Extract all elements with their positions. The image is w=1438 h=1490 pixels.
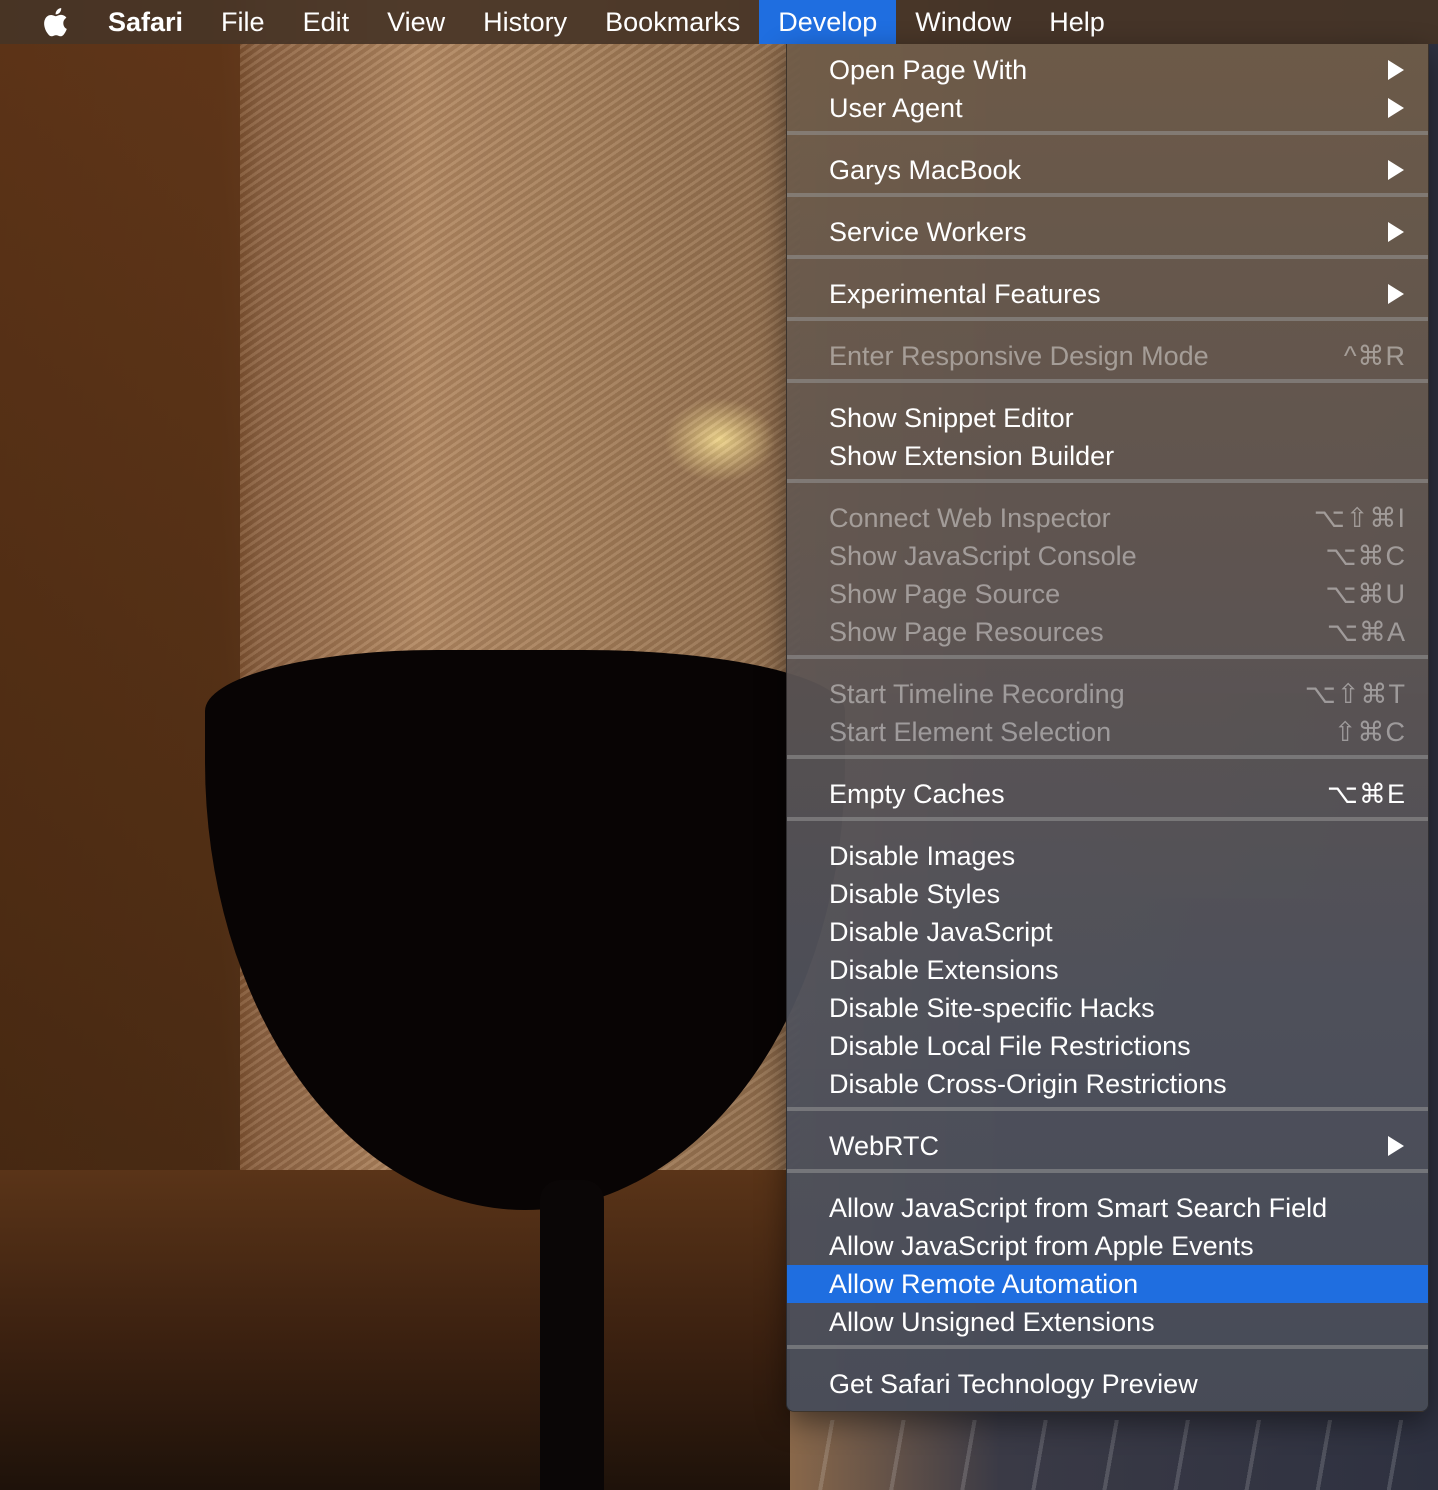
submenu-arrow-icon: [1388, 222, 1404, 242]
menu-item-label: Disable Local File Restrictions: [829, 1030, 1191, 1061]
menu-item-label: Allow JavaScript from Smart Search Field: [829, 1192, 1328, 1223]
menubar-edit[interactable]: Edit: [284, 0, 369, 44]
menu-item-label: Empty Caches: [829, 778, 1005, 809]
menu-item-label: Show Snippet Editor: [829, 402, 1074, 433]
menubar-history[interactable]: History: [464, 0, 586, 44]
menu-item-label: Experimental Features: [829, 278, 1101, 309]
menu-item-label: WebRTC: [829, 1130, 940, 1161]
menu-item-disable-extensions[interactable]: Disable Extensions: [787, 951, 1428, 989]
menu-item-label: Start Timeline Recording: [829, 678, 1125, 709]
wallpaper-table: [0, 1170, 790, 1490]
menu-separator: [787, 317, 1428, 321]
menu-item-disable-javascript[interactable]: Disable JavaScript: [787, 913, 1428, 951]
menu-item-disable-images[interactable]: Disable Images: [787, 837, 1428, 875]
menubar-window[interactable]: Window: [896, 0, 1030, 44]
menu-item-show-javascript-console[interactable]: Show JavaScript Console ⌥⌘C: [787, 537, 1428, 575]
menu-item-label: Open Page With: [829, 54, 1028, 85]
menu-separator: [787, 255, 1428, 259]
menubar-develop[interactable]: Develop: [759, 0, 897, 44]
menu-item-start-element-selection[interactable]: Start Element Selection ⇧⌘C: [787, 713, 1428, 751]
menubar-bookmarks[interactable]: Bookmarks: [586, 0, 759, 44]
menubar-app-safari[interactable]: Safari: [84, 0, 202, 44]
submenu-arrow-icon: [1388, 1136, 1404, 1156]
menubar-file[interactable]: File: [202, 0, 284, 44]
menu-item-disable-local-file-restrictions[interactable]: Disable Local File Restrictions: [787, 1027, 1428, 1065]
submenu-arrow-icon: [1388, 60, 1404, 80]
submenu-arrow-icon: [1388, 284, 1404, 304]
menu-separator: [787, 479, 1428, 483]
menu-item-show-snippet-editor[interactable]: Show Snippet Editor: [787, 399, 1428, 437]
menubar-view[interactable]: View: [368, 0, 464, 44]
menu-item-label: Disable Images: [829, 840, 1016, 871]
menu-item-allow-unsigned-extensions[interactable]: Allow Unsigned Extensions: [787, 1303, 1428, 1341]
menu-item-label: Garys MacBook: [829, 154, 1022, 185]
apple-logo-icon[interactable]: [26, 0, 84, 44]
keyboard-shortcut: ⌥⌘E: [1326, 778, 1406, 809]
submenu-arrow-icon: [1388, 160, 1404, 180]
keyboard-shortcut: ⌥⇧⌘T: [1304, 678, 1406, 709]
menu-item-label: Allow JavaScript from Apple Events: [829, 1230, 1254, 1261]
wallpaper-sparkles: [800, 1420, 1438, 1490]
menu-item-label: Allow Unsigned Extensions: [829, 1306, 1155, 1337]
menu-item-label: Get Safari Technology Preview: [829, 1368, 1198, 1399]
menu-item-label: Disable Cross-Origin Restrictions: [829, 1068, 1227, 1099]
menu-item-disable-cross-origin-restrictions[interactable]: Disable Cross-Origin Restrictions: [787, 1065, 1428, 1103]
menu-item-disable-site-specific-hacks[interactable]: Disable Site-specific Hacks: [787, 989, 1428, 1027]
menu-item-allow-javascript-from-apple-events[interactable]: Allow JavaScript from Apple Events: [787, 1227, 1428, 1265]
menu-item-show-page-resources[interactable]: Show Page Resources ⌥⌘A: [787, 613, 1428, 651]
menu-item-label: Start Element Selection: [829, 716, 1112, 747]
menu-item-webrtc[interactable]: WebRTC: [787, 1127, 1428, 1165]
wallpaper-glass-stem: [540, 1180, 604, 1490]
menu-item-label: Show JavaScript Console: [829, 540, 1137, 571]
menu-separator: [787, 1345, 1428, 1349]
menu-item-user-agent[interactable]: User Agent: [787, 89, 1428, 127]
menu-item-label: Enter Responsive Design Mode: [829, 340, 1209, 371]
menu-item-label: Service Workers: [829, 216, 1027, 247]
menu-item-label: Show Page Resources: [829, 616, 1104, 647]
menu-item-enter-responsive-design-mode[interactable]: Enter Responsive Design Mode ^⌘R: [787, 337, 1428, 375]
keyboard-shortcut: ^⌘R: [1343, 340, 1406, 371]
menubar-help[interactable]: Help: [1030, 0, 1124, 44]
menu-item-empty-caches[interactable]: Empty Caches ⌥⌘E: [787, 775, 1428, 813]
submenu-arrow-icon: [1388, 98, 1404, 118]
menu-item-label: User Agent: [829, 92, 963, 123]
menu-item-label: Disable Extensions: [829, 954, 1059, 985]
menu-item-label: Disable Styles: [829, 878, 1001, 909]
menu-item-label: Disable Site-specific Hacks: [829, 992, 1155, 1023]
menu-separator: [787, 1107, 1428, 1111]
keyboard-shortcut: ⌥⇧⌘I: [1313, 502, 1406, 533]
menu-separator: [787, 817, 1428, 821]
menu-item-disable-styles[interactable]: Disable Styles: [787, 875, 1428, 913]
menu-item-label: Disable JavaScript: [829, 916, 1053, 947]
menu-item-experimental-features[interactable]: Experimental Features: [787, 275, 1428, 313]
menu-item-get-safari-technology-preview[interactable]: Get Safari Technology Preview: [787, 1365, 1428, 1403]
menu-separator: [787, 131, 1428, 135]
menu-item-label: Allow Remote Automation: [829, 1268, 1139, 1299]
menu-item-start-timeline-recording[interactable]: Start Timeline Recording ⌥⇧⌘T: [787, 675, 1428, 713]
menu-item-show-page-source[interactable]: Show Page Source ⌥⌘U: [787, 575, 1428, 613]
keyboard-shortcut: ⌥⌘A: [1326, 616, 1406, 647]
menu-item-label: Show Page Source: [829, 578, 1061, 609]
keyboard-shortcut: ⌥⌘U: [1325, 578, 1406, 609]
menu-item-label: Connect Web Inspector: [829, 502, 1111, 533]
menu-separator: [787, 379, 1428, 383]
menu-item-show-extension-builder[interactable]: Show Extension Builder: [787, 437, 1428, 475]
menu-bar: Safari File Edit View History Bookmarks …: [0, 0, 1438, 44]
menu-item-allow-remote-automation[interactable]: Allow Remote Automation: [787, 1265, 1428, 1303]
menu-item-open-page-with[interactable]: Open Page With: [787, 51, 1428, 89]
menu-item-connect-web-inspector[interactable]: Connect Web Inspector ⌥⇧⌘I: [787, 499, 1428, 537]
develop-menu: Open Page With User Agent Garys MacBook Ser…: [786, 44, 1429, 1412]
keyboard-shortcut: ⇧⌘C: [1333, 716, 1406, 747]
menu-separator: [787, 655, 1428, 659]
menu-separator: [787, 755, 1428, 759]
menu-separator: [787, 1169, 1428, 1173]
menu-item-service-workers[interactable]: Service Workers: [787, 213, 1428, 251]
menu-item-label: Show Extension Builder: [829, 440, 1115, 471]
menu-item-allow-javascript-from-smart-search-field[interactable]: Allow JavaScript from Smart Search Field: [787, 1189, 1428, 1227]
menu-item-garys-macbook[interactable]: Garys MacBook: [787, 151, 1428, 189]
keyboard-shortcut: ⌥⌘C: [1325, 540, 1406, 571]
menu-separator: [787, 193, 1428, 197]
